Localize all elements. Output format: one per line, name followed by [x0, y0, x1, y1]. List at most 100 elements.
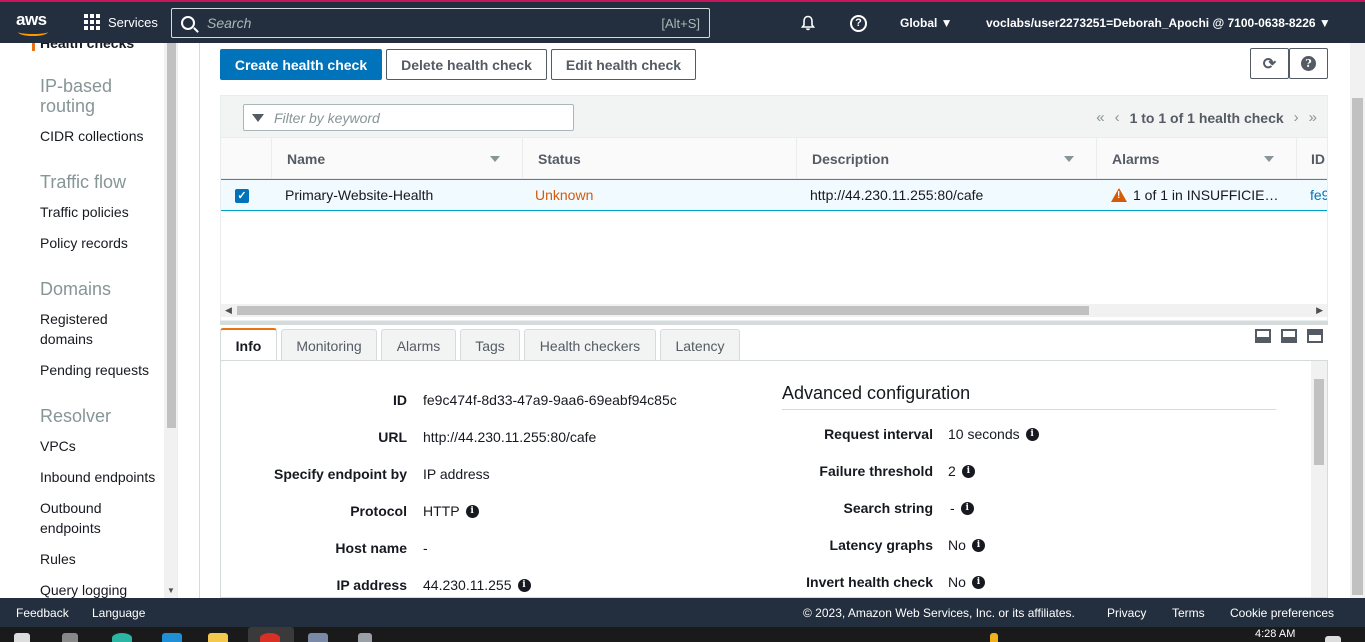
sidebar-item-pending-requests[interactable]: Pending requests — [40, 360, 149, 380]
table-row[interactable]: ✓ Primary-Website-Health Unknown http://… — [221, 179, 1327, 211]
scroll-right-arrow-icon[interactable]: ▶ — [1316, 305, 1323, 316]
column-header-name[interactable]: Name — [271, 138, 522, 179]
privacy-link[interactable]: Privacy — [1107, 606, 1146, 620]
sidebar-item-traffic-policies[interactable]: Traffic policies — [40, 202, 129, 222]
field-value-text: No — [948, 537, 966, 553]
column-header-alarms[interactable]: Alarms — [1096, 138, 1296, 179]
sidebar-item-query-logging[interactable]: Query logging — [40, 580, 127, 598]
cookie-preferences-link[interactable]: Cookie preferences — [1230, 606, 1334, 620]
sort-icon[interactable] — [1064, 156, 1074, 162]
scroll-left-arrow-icon[interactable]: ◀ — [225, 305, 232, 316]
edit-health-check-button[interactable]: Edit health check — [551, 49, 696, 80]
top-navigation-bar: aws Services Search [Alt+S] ? Global ▼ v… — [0, 0, 1365, 43]
sidebar-item-registered-domains[interactable]: Registered domains — [40, 309, 130, 349]
action-center-icon[interactable] — [1325, 636, 1341, 642]
prev-page-icon[interactable]: ‹ — [1115, 109, 1120, 126]
start-icon[interactable] — [14, 633, 30, 642]
column-header-status[interactable]: Status — [522, 138, 796, 179]
app-icon[interactable] — [358, 633, 372, 642]
cell-description: http://44.230.11.255:80/cafe — [810, 187, 984, 203]
table-scrollbar-thumb[interactable] — [237, 306, 1089, 315]
sidebar-item-vpcs[interactable]: VPCs — [40, 436, 76, 456]
table-filter-bar: Filter by keyword « ‹ 1 to 1 of 1 health… — [221, 96, 1327, 138]
edge-icon[interactable] — [112, 633, 132, 642]
help-icon[interactable]: ? — [850, 15, 867, 32]
info-icon[interactable]: i — [971, 538, 985, 552]
last-page-icon[interactable]: » — [1309, 109, 1317, 126]
create-health-check-button[interactable]: Create health check — [220, 49, 382, 80]
task-view-icon[interactable] — [62, 633, 78, 642]
sidebar-item-outbound-endpoints[interactable]: Outbound endpoints — [40, 498, 120, 538]
sort-icon[interactable] — [1264, 156, 1274, 162]
column-header-label: Alarms — [1112, 150, 1160, 167]
refresh-button[interactable]: ⟳ — [1250, 48, 1289, 79]
tab-alarms[interactable]: Alarms — [381, 329, 456, 361]
table-horizontal-scrollbar[interactable]: ◀ ▶ — [221, 304, 1327, 317]
column-header-id[interactable]: ID — [1296, 138, 1327, 179]
cell-name: Primary-Website-Health — [285, 187, 434, 203]
notification-icon[interactable] — [990, 633, 998, 642]
detail-scrollbar-thumb[interactable] — [1314, 379, 1324, 465]
info-icon[interactable]: i — [465, 504, 479, 518]
sidebar-scrollbar[interactable]: ▼ — [164, 43, 177, 598]
first-page-icon[interactable]: « — [1096, 109, 1104, 126]
sidebar-heading-domains: Domains — [40, 279, 112, 299]
info-icon[interactable]: i — [517, 578, 531, 592]
page-scrollbar-thumb[interactable] — [1352, 98, 1363, 595]
sidebar-item-inbound-endpoints[interactable]: Inbound endpoints — [40, 467, 155, 487]
page-scrollbar[interactable] — [1350, 43, 1365, 598]
detail-tabs: Info Monitoring Alarms Tags Health check… — [220, 328, 1328, 362]
tab-health-checkers[interactable]: Health checkers — [524, 329, 656, 361]
sidebar-item-health-checks[interactable]: Health checks — [40, 43, 134, 51]
services-label: Services — [108, 14, 158, 30]
info-icon[interactable]: i — [961, 464, 975, 478]
scroll-down-arrow-icon[interactable]: ▼ — [167, 586, 175, 595]
layout-bottom-icon[interactable] — [1255, 329, 1271, 343]
services-menu-button[interactable]: Services — [84, 14, 158, 30]
sidebar-heading-traffic-flow: Traffic flow — [40, 172, 127, 192]
file-explorer-icon[interactable] — [208, 633, 228, 642]
next-page-icon[interactable]: › — [1294, 109, 1299, 126]
store-icon[interactable] — [162, 633, 182, 642]
language-link[interactable]: Language — [92, 606, 145, 620]
tab-tags[interactable]: Tags — [460, 329, 520, 361]
layout-middle-icon[interactable] — [1281, 329, 1297, 343]
region-selector[interactable]: Global ▼ — [900, 16, 953, 30]
cell-id-link[interactable]: fe9 — [1310, 180, 1327, 210]
taskbar-clock[interactable]: 4:28 AM — [1255, 628, 1295, 640]
info-icon[interactable]: i — [971, 575, 985, 589]
bell-icon[interactable] — [800, 15, 816, 31]
row-checkbox[interactable]: ✓ — [235, 189, 249, 203]
sidebar-item-policy-records[interactable]: Policy records — [40, 233, 128, 253]
sidebar-scrollbar-thumb[interactable] — [167, 43, 176, 428]
field-value-text: fe9c474f-8d33-47a9-9aa6-69eabf94c85c — [423, 392, 677, 408]
filter-input[interactable]: Filter by keyword — [243, 104, 574, 131]
aws-logo[interactable]: aws — [16, 10, 56, 36]
split-panel-divider[interactable] — [220, 321, 1328, 325]
app-icon[interactable] — [308, 633, 328, 642]
sidebar-item-cidr-collections[interactable]: CIDR collections — [40, 126, 143, 146]
sidebar: Health checks IP-based routing CIDR coll… — [0, 43, 178, 598]
field-label-invert-health-check: Invert health check — [806, 574, 933, 590]
field-value-id: fe9c474f-8d33-47a9-9aa6-69eabf94c85c — [423, 392, 677, 408]
feedback-link[interactable]: Feedback — [16, 606, 69, 620]
info-icon[interactable]: i — [1025, 427, 1039, 441]
account-menu[interactable]: voclabs/user2273251=Deborah_Apochi @ 710… — [986, 16, 1331, 30]
delete-health-check-button[interactable]: Delete health check — [386, 49, 547, 80]
terms-link[interactable]: Terms — [1172, 606, 1205, 620]
detail-panel-scrollbar[interactable] — [1311, 361, 1327, 597]
chrome-icon[interactable] — [260, 633, 280, 642]
sort-icon[interactable] — [490, 156, 500, 162]
tab-monitoring[interactable]: Monitoring — [281, 329, 377, 361]
sidebar-item-rules[interactable]: Rules — [40, 549, 76, 569]
info-icon[interactable]: i — [960, 501, 974, 515]
tab-info[interactable]: Info — [220, 328, 277, 362]
column-header-description[interactable]: Description — [796, 138, 1096, 179]
help-button[interactable]: ? — [1289, 48, 1328, 79]
layout-top-icon[interactable] — [1307, 329, 1323, 343]
search-input[interactable]: Search [Alt+S] — [171, 8, 710, 38]
tab-latency[interactable]: Latency — [660, 329, 740, 361]
field-label-search-string: Search string — [843, 500, 933, 516]
warning-icon — [1111, 188, 1127, 202]
field-value-text: 2 — [948, 463, 956, 479]
